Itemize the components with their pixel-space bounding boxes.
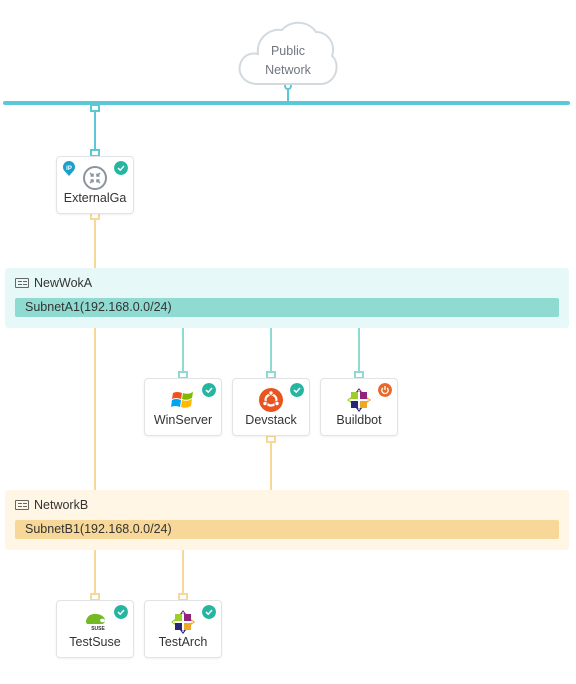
instance-name: TestSuse — [69, 635, 121, 649]
public-network-label-line1: Public — [270, 44, 306, 58]
opensuse-icon: SUSE — [86, 613, 105, 632]
status-active-icon — [114, 605, 128, 619]
connection-wires — [3, 82, 570, 601]
ip-badge-icon: IP — [63, 161, 75, 176]
network-networkb-title: NetworkB — [15, 498, 88, 512]
centos-icon — [347, 388, 371, 412]
wire-router-public — [90, 104, 100, 157]
status-active-icon — [114, 161, 128, 175]
instance-name: TestArch — [158, 635, 208, 649]
instance-testarch[interactable]: TestArch — [144, 600, 222, 658]
subnet-b1-bar[interactable]: SubnetB1(192.168.0.0/24) — [15, 520, 559, 539]
ubuntu-icon — [259, 388, 283, 412]
subnet-a1-bar[interactable]: SubnetA1(192.168.0.0/24) — [15, 298, 559, 317]
instance-name: WinServer — [153, 413, 213, 427]
network-name: NewWokA — [34, 276, 93, 290]
public-network-label: Public Network — [236, 42, 340, 80]
router-icon — [83, 166, 107, 190]
router-name: ExternalGa — [63, 191, 127, 205]
router-node[interactable]: IP ExternalGa — [56, 156, 134, 214]
instance-name: Devstack — [245, 413, 297, 427]
svg-text:SUSE: SUSE — [91, 626, 105, 632]
network-icon — [15, 500, 29, 510]
windows-icon — [171, 392, 193, 408]
instance-name: Buildbot — [336, 413, 382, 427]
instance-winserver[interactable]: WinServer — [144, 378, 222, 436]
network-icon — [15, 278, 29, 288]
instance-buildbot[interactable]: Buildbot — [320, 378, 398, 436]
instance-devstack[interactable]: Devstack — [232, 378, 310, 436]
public-network-label-line2: Network — [265, 63, 311, 77]
status-shutoff-icon — [378, 383, 392, 397]
status-active-icon — [290, 383, 304, 397]
status-active-icon — [202, 383, 216, 397]
network-newwoka-title: NewWokA — [15, 276, 92, 290]
instance-testsuse[interactable]: SUSE TestSuse — [56, 600, 134, 658]
status-active-icon — [202, 605, 216, 619]
svg-text:IP: IP — [66, 166, 72, 172]
wire-router-networkb — [90, 212, 100, 521]
network-name: NetworkB — [34, 498, 89, 512]
centos-icon — [171, 610, 195, 634]
